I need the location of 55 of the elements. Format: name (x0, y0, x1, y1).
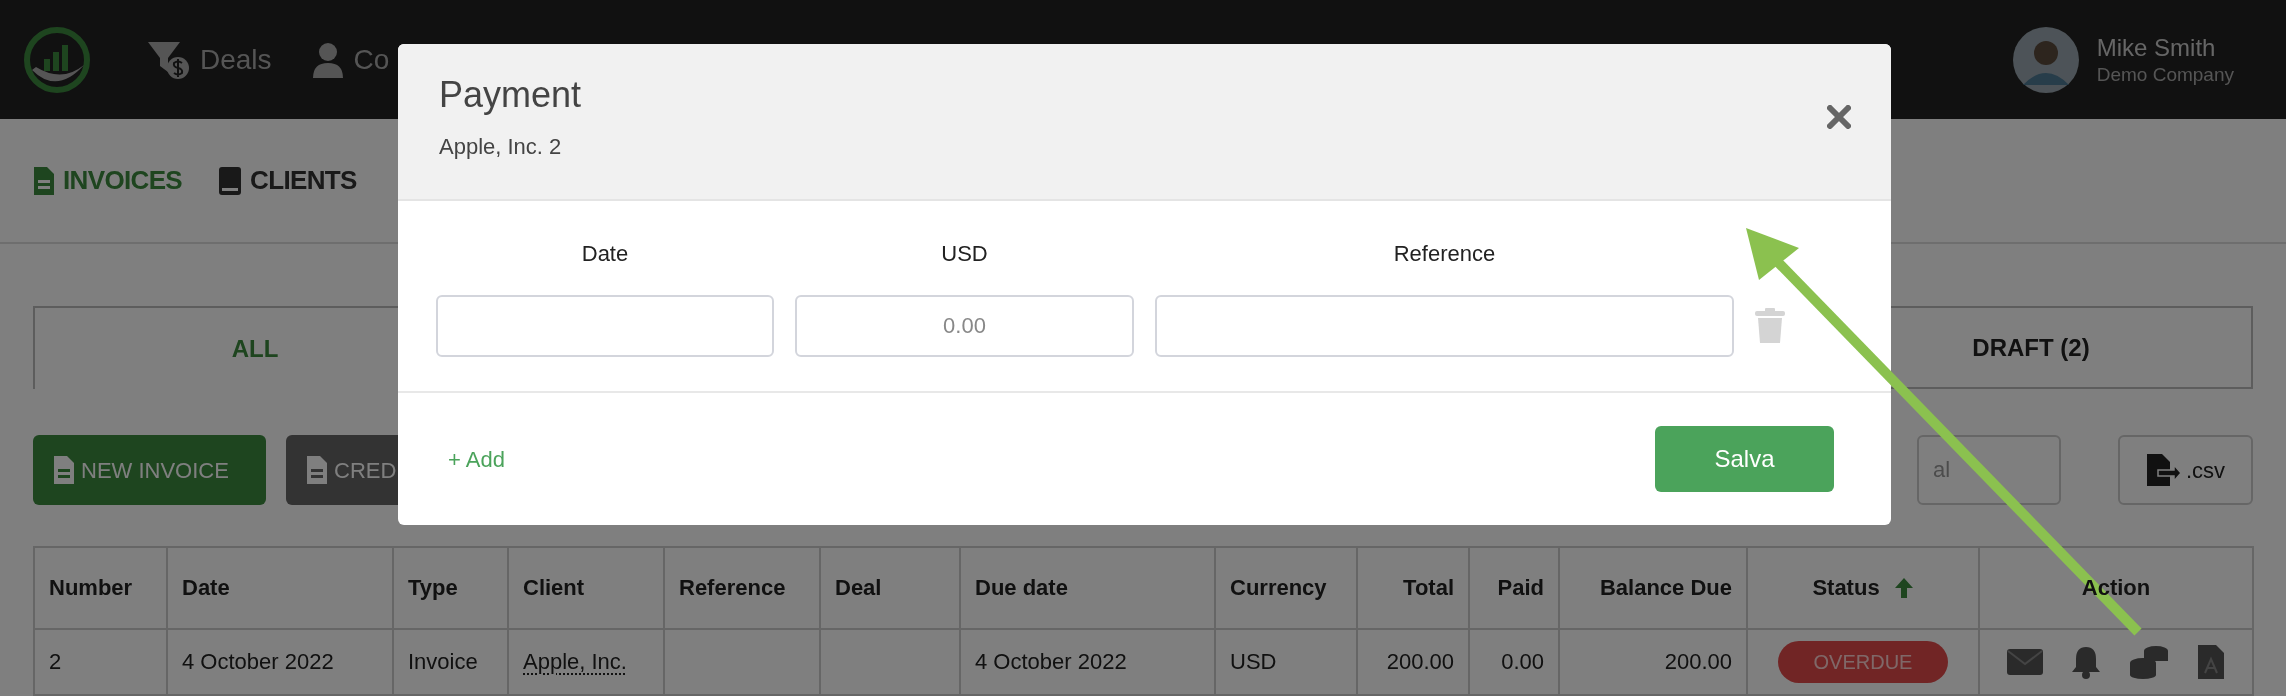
column-header: Total (1403, 574, 1454, 603)
table-cell: 0.00 (1501, 649, 1544, 675)
table-cell: 200.00 (1664, 649, 1732, 675)
column-header: Paid (1497, 574, 1544, 603)
column-header[interactable]: Status (1812, 571, 1880, 605)
book-icon (218, 165, 243, 196)
column-header: Client (523, 574, 585, 603)
avatar-icon[interactable] (2012, 26, 2079, 93)
nav-link[interactable]: Deals (200, 38, 272, 81)
table-cell: 2 (49, 649, 62, 675)
bell-icon[interactable] (2071, 645, 2101, 679)
status-badge: OVERDUE (1778, 641, 1948, 683)
file-export-icon (2145, 453, 2182, 488)
document-icon (306, 455, 328, 486)
column-header: Number (49, 574, 133, 603)
new-invoice-button[interactable]: NEW INVOICE (33, 435, 266, 505)
column-header: Due date (975, 574, 1068, 603)
person-icon[interactable] (311, 41, 344, 78)
nav-tab[interactable]: CLIENTS (250, 161, 357, 201)
column-header: Date (182, 574, 230, 603)
column-label: Date (581, 240, 629, 268)
document-icon (33, 165, 55, 196)
company-name: Demo Company (2096, 62, 2234, 87)
date-field[interactable] (436, 295, 774, 357)
amount-field[interactable]: 0.00 (795, 295, 1134, 357)
table-cell: USD (1230, 649, 1277, 675)
export-csv-button[interactable]: .csv (2118, 435, 2253, 505)
reference-field[interactable] (1155, 295, 1734, 357)
column-header: Reference (679, 574, 786, 603)
dialog-title: Payment (439, 73, 582, 117)
column-label: Reference (1393, 240, 1496, 268)
nav-tab[interactable]: INVOICES (63, 161, 183, 201)
save-button[interactable]: Salva (1655, 426, 1834, 492)
dialog-subtitle: Apple, Inc. 2 (439, 133, 563, 161)
close-icon[interactable] (1827, 105, 1851, 129)
column-header: Balance Due (1599, 574, 1732, 603)
column-label: USD (941, 240, 988, 268)
trash-icon[interactable] (1755, 308, 1785, 344)
funnel-icon[interactable] (146, 39, 190, 80)
pdf-file-icon[interactable] (2197, 644, 2225, 680)
sort-up-icon[interactable] (1893, 577, 1914, 599)
add-link[interactable]: + Add (448, 442, 505, 476)
envelope-icon[interactable] (2007, 649, 2043, 675)
user-name: Mike Smith (2096, 32, 2217, 63)
table-cell: 4 October 2022 (182, 649, 334, 675)
column-header: Deal (835, 574, 882, 603)
table-cell: 4 October 2022 (975, 649, 1127, 675)
document-icon (53, 455, 75, 486)
column-header: Type (408, 574, 458, 603)
nav-link[interactable]: Co (353, 38, 390, 81)
column-header: Currency (1230, 574, 1327, 603)
coins-icon[interactable] (2129, 644, 2169, 680)
table-cell: Invoice (408, 649, 478, 675)
table-cell: 200.00 (1386, 649, 1454, 675)
logo-icon[interactable] (22, 24, 92, 95)
